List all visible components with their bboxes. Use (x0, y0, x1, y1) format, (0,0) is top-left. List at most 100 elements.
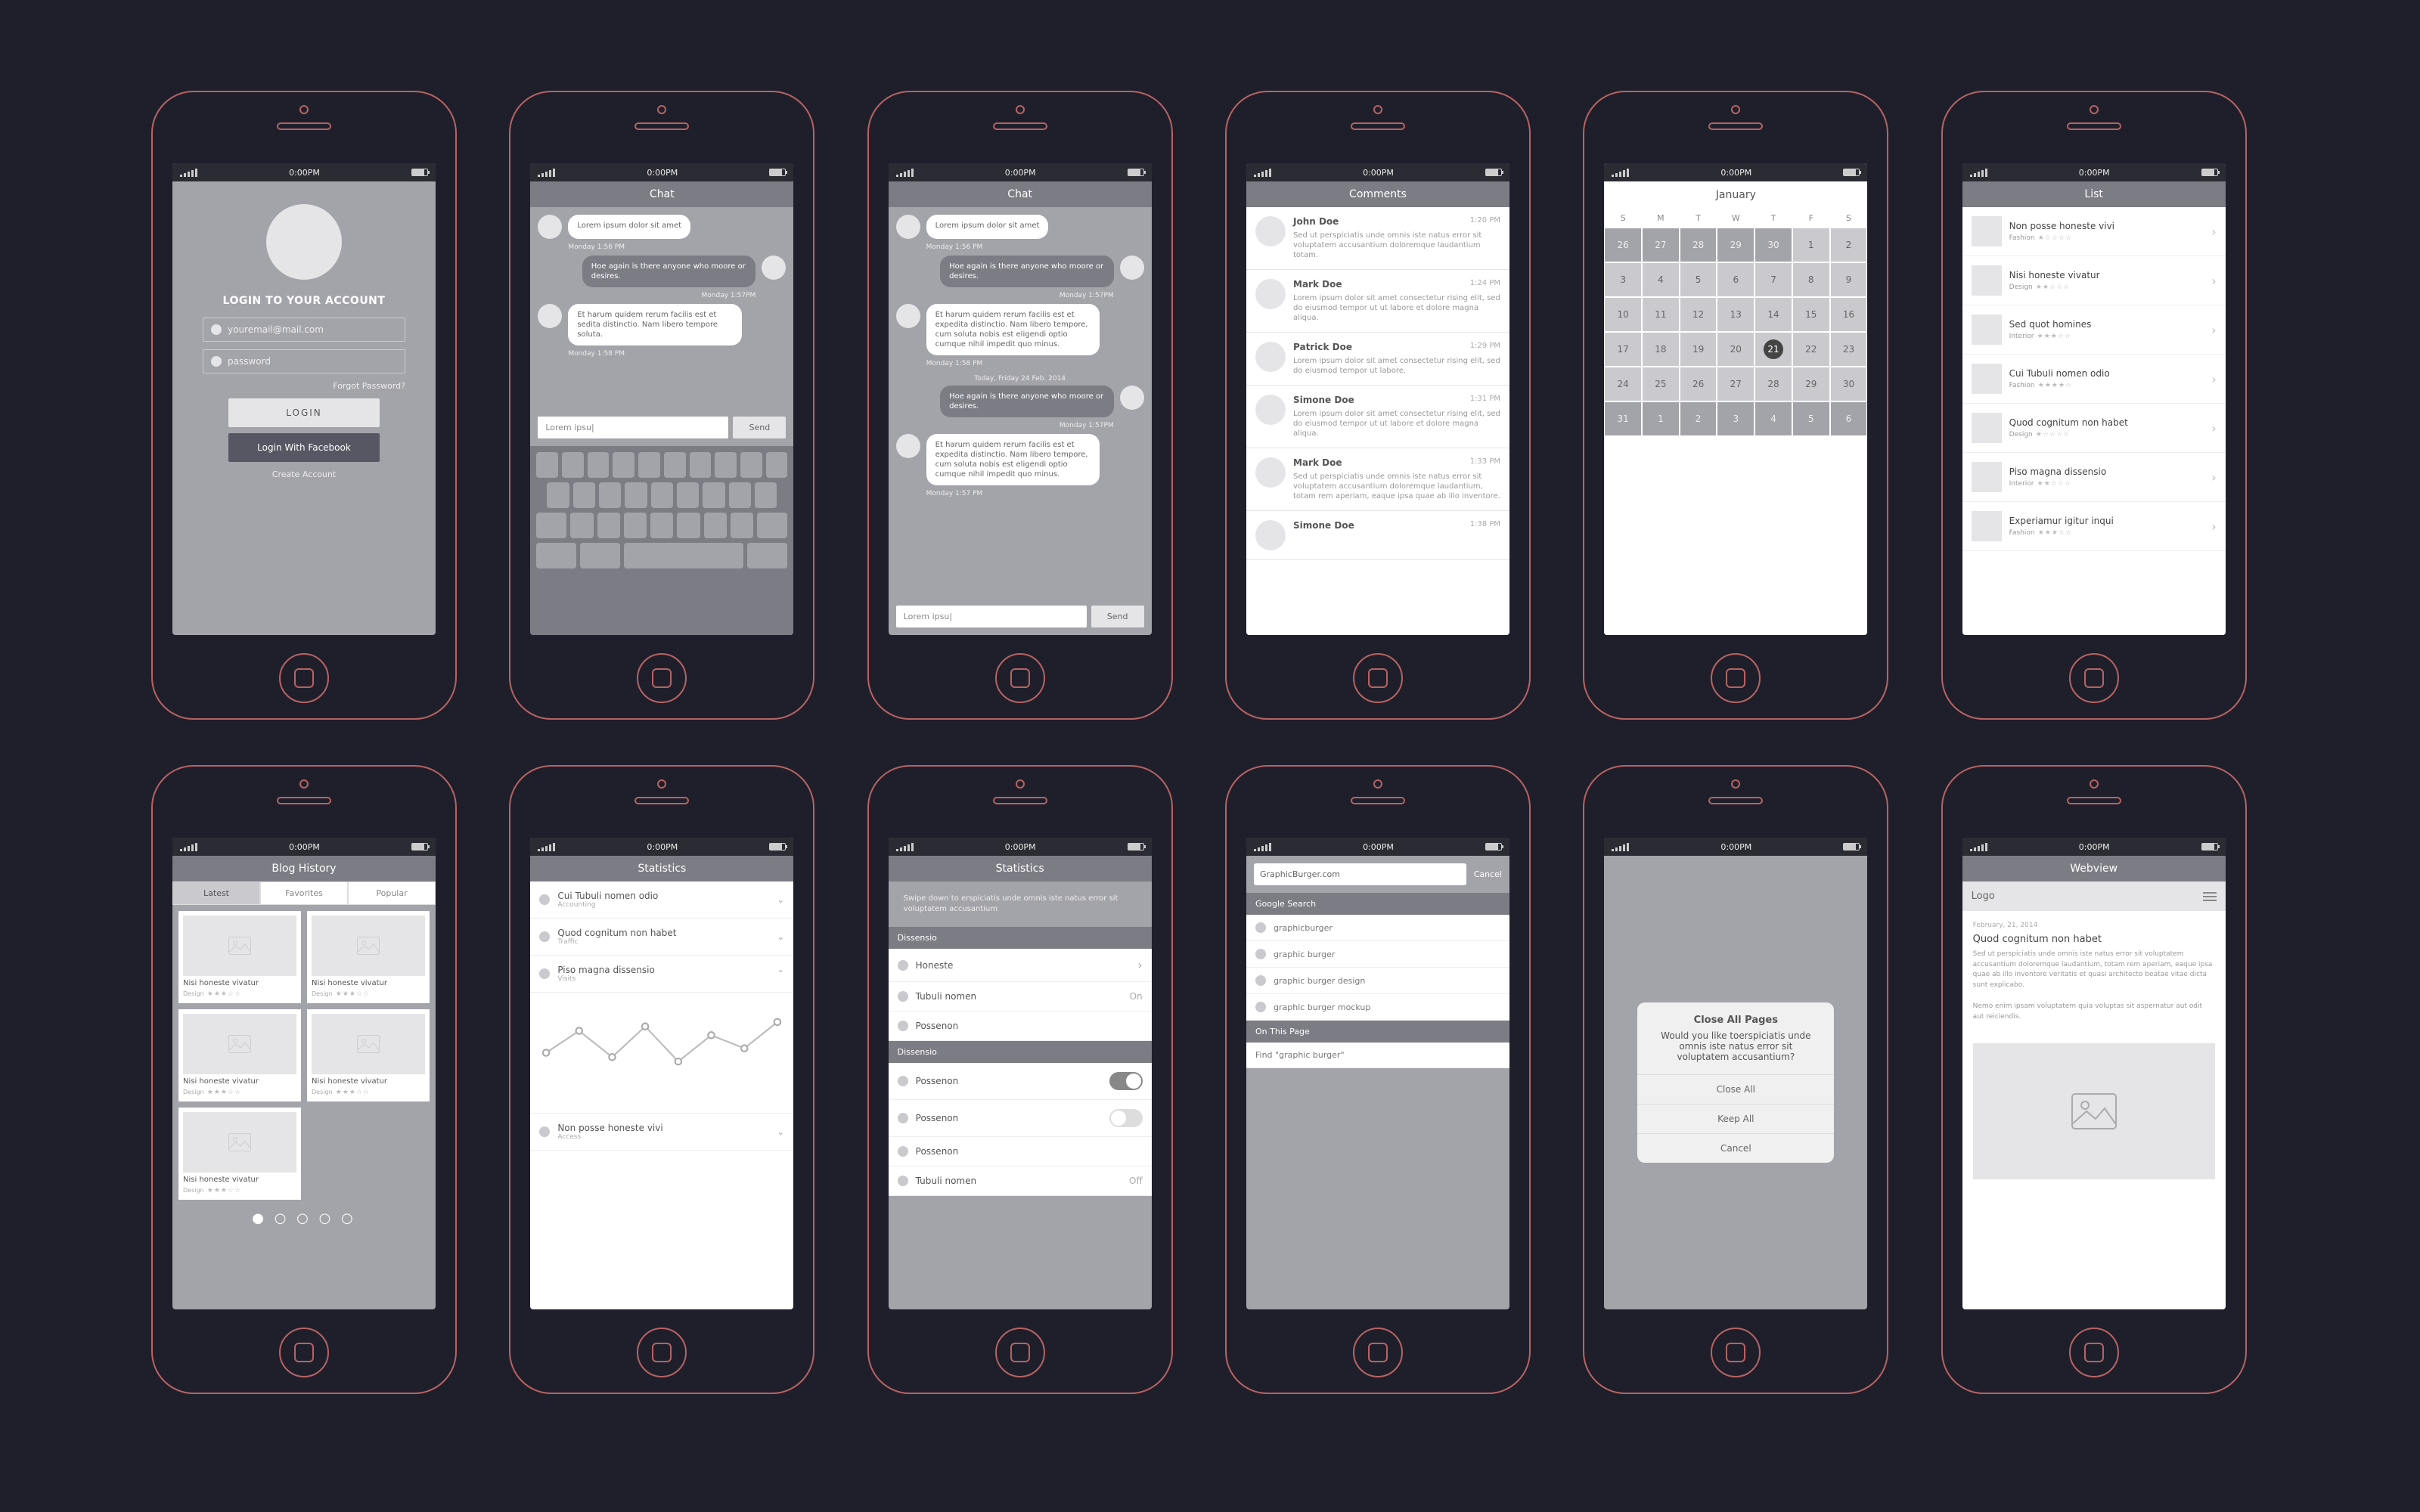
calendar-day[interactable]: 6 (1717, 262, 1754, 297)
calendar-day[interactable]: 12 (1680, 297, 1717, 332)
calendar-day[interactable]: 7 (1754, 262, 1792, 297)
setting-row[interactable]: Possenon (889, 1012, 1152, 1041)
comment-item[interactable]: Mark Doe1:33 PM Sed ut perspiciatis unde… (1246, 448, 1509, 511)
blog-card[interactable]: Nisi honeste vivatur Design ★★★☆☆ (307, 1009, 430, 1101)
login-button[interactable]: LOGIN (228, 398, 380, 427)
comment-item[interactable]: John Doe1:20 PM Sed ut perspiciatis unde… (1246, 207, 1509, 270)
calendar-day[interactable]: 2 (1680, 401, 1717, 436)
calendar-day[interactable]: 29 (1792, 367, 1830, 401)
blog-card[interactable]: Nisi honeste vivatur Design ★★★☆☆ (178, 1009, 301, 1101)
stat-row[interactable]: Piso magna dissensioVisits ⌃ (530, 956, 793, 993)
send-button[interactable]: Send (733, 417, 786, 438)
comment-item[interactable]: Mark Doe1:24 PM Lorem ipsum dolor sit am… (1246, 270, 1509, 333)
calendar-day[interactable]: 8 (1792, 262, 1830, 297)
message-input[interactable] (896, 606, 1087, 627)
calendar-day[interactable]: 6 (1830, 401, 1868, 436)
comment-item[interactable]: Simone Doe1:38 PM (1246, 511, 1509, 560)
calendar-day[interactable]: 25 (1642, 367, 1680, 401)
search-input[interactable] (1254, 863, 1466, 885)
search-result[interactable]: Find "graphic burger" (1246, 1043, 1509, 1068)
comment-item[interactable]: Patrick Doe1:29 PM Lorem ipsum dolor sit… (1246, 333, 1509, 386)
blog-card[interactable]: Nisi honeste vivatur Design ★★★☆☆ (178, 1108, 301, 1200)
calendar-day[interactable]: 28 (1680, 228, 1717, 262)
tab-popular[interactable]: Popular (348, 881, 436, 905)
list-item[interactable]: Quod cognitum non habetDesign ★☆☆☆☆ › (1962, 404, 2226, 453)
calendar-day[interactable]: 23 (1830, 332, 1868, 367)
list-item[interactable]: Nisi honeste vivaturDesign ★★☆☆☆ › (1962, 256, 2226, 305)
comments-list[interactable]: John Doe1:20 PM Sed ut perspiciatis unde… (1246, 207, 1509, 635)
search-suggestion[interactable]: graphic burger design (1246, 968, 1509, 994)
chat-bubble: Lorem ipsum dolor sit amet (568, 215, 690, 239)
calendar-day[interactable]: 20 (1717, 332, 1754, 367)
stat-row[interactable]: Quod cognitum non habetTraffic ⌄ (530, 919, 793, 956)
setting-row[interactable]: Possenon (889, 1063, 1152, 1100)
tab-latest[interactable]: Latest (172, 881, 260, 905)
calendar-day[interactable]: 15 (1792, 297, 1830, 332)
calendar-day[interactable]: 10 (1604, 297, 1642, 332)
calendar-day[interactable]: 31 (1604, 401, 1642, 436)
email-field[interactable]: youremail@mail.com (203, 318, 405, 342)
calendar-day[interactable]: 2 (1830, 228, 1868, 262)
calendar-day[interactable]: 11 (1642, 297, 1680, 332)
calendar-day[interactable]: 24 (1604, 367, 1642, 401)
calendar-day[interactable]: 17 (1604, 332, 1642, 367)
send-button[interactable]: Send (1091, 606, 1144, 627)
calendar-day[interactable]: 3 (1717, 401, 1754, 436)
calendar-day[interactable]: 4 (1642, 262, 1680, 297)
keyboard[interactable] (530, 446, 793, 635)
calendar-day[interactable]: 1 (1792, 228, 1830, 262)
close-all-button[interactable]: Close All (1637, 1074, 1834, 1104)
setting-row[interactable]: Honeste› (889, 949, 1152, 982)
calendar-day[interactable]: 4 (1754, 401, 1792, 436)
calendar-day[interactable]: 30 (1830, 367, 1868, 401)
blog-card[interactable]: Nisi honeste vivatur Design ★★★☆☆ (307, 911, 430, 1003)
list-item[interactable]: Non posse honeste viviFashion ★☆☆☆☆ › (1962, 207, 2226, 256)
list-item[interactable]: Piso magna dissensioInterior ★★☆☆☆ › (1962, 453, 2226, 502)
calendar-day[interactable]: 9 (1830, 262, 1868, 297)
keep-all-button[interactable]: Keep All (1637, 1104, 1834, 1133)
status-bar: 0:00PM (172, 163, 436, 181)
calendar-day[interactable]: 18 (1642, 332, 1680, 367)
calendar-day[interactable]: 3 (1604, 262, 1642, 297)
calendar-day[interactable]: 21 (1754, 332, 1792, 367)
calendar-day[interactable]: 26 (1680, 367, 1717, 401)
calendar-day[interactable]: 30 (1754, 228, 1792, 262)
cancel-button[interactable]: Cancel (1637, 1133, 1834, 1163)
setting-row[interactable]: Possenon (889, 1100, 1152, 1137)
calendar-day[interactable]: 5 (1792, 401, 1830, 436)
tab-favorites[interactable]: Favorites (260, 881, 348, 905)
list-item[interactable]: Experiamur igitur inquiFashion ★★★☆☆ › (1962, 502, 2226, 551)
calendar-day[interactable]: 29 (1717, 228, 1754, 262)
setting-row[interactable]: Tubuli nomenOn (889, 982, 1152, 1012)
search-suggestion[interactable]: graphic burger (1246, 941, 1509, 968)
calendar-day[interactable]: 13 (1717, 297, 1754, 332)
comment-item[interactable]: Simone Doe1:31 PM Lorem ipsum dolor sit … (1246, 386, 1509, 448)
forgot-password-link[interactable]: Forgot Password? (203, 381, 405, 391)
calendar-day[interactable]: 27 (1717, 367, 1754, 401)
calendar-day[interactable]: 28 (1754, 367, 1792, 401)
list-item[interactable]: Sed quot hominesInterior ★★★☆☆ › (1962, 305, 2226, 355)
create-account-link[interactable]: Create Account (203, 469, 405, 479)
search-icon (1255, 949, 1266, 959)
calendar-day[interactable]: 1 (1642, 401, 1680, 436)
search-suggestion[interactable]: graphicburger (1246, 915, 1509, 941)
setting-row[interactable]: Possenon (889, 1137, 1152, 1167)
calendar-day[interactable]: 16 (1830, 297, 1868, 332)
password-field[interactable]: password (203, 349, 405, 373)
facebook-login-button[interactable]: Login With Facebook (228, 433, 380, 462)
list-item[interactable]: Cui Tubuli nomen odioFashion ★★★★☆ › (1962, 355, 2226, 404)
cancel-button[interactable]: Cancel (1474, 869, 1502, 879)
calendar-day[interactable]: 14 (1754, 297, 1792, 332)
calendar-day[interactable]: 5 (1680, 262, 1717, 297)
calendar-day[interactable]: 27 (1642, 228, 1680, 262)
setting-row[interactable]: Tubuli nomenOff (889, 1167, 1152, 1196)
blog-card[interactable]: Nisi honeste vivatur Design ★★★☆☆ (178, 911, 301, 1003)
stat-row[interactable]: Cui Tubuli nomen odioAccounting ⌄ (530, 881, 793, 919)
calendar-day[interactable]: 26 (1604, 228, 1642, 262)
menu-icon[interactable] (2203, 892, 2217, 901)
search-suggestion[interactable]: graphic burger mockup (1246, 994, 1509, 1021)
message-input[interactable] (538, 417, 728, 438)
calendar-day[interactable]: 22 (1792, 332, 1830, 367)
calendar-day[interactable]: 19 (1680, 332, 1717, 367)
stat-row[interactable]: Non posse honeste viviAccess ⌄ (530, 1114, 793, 1151)
